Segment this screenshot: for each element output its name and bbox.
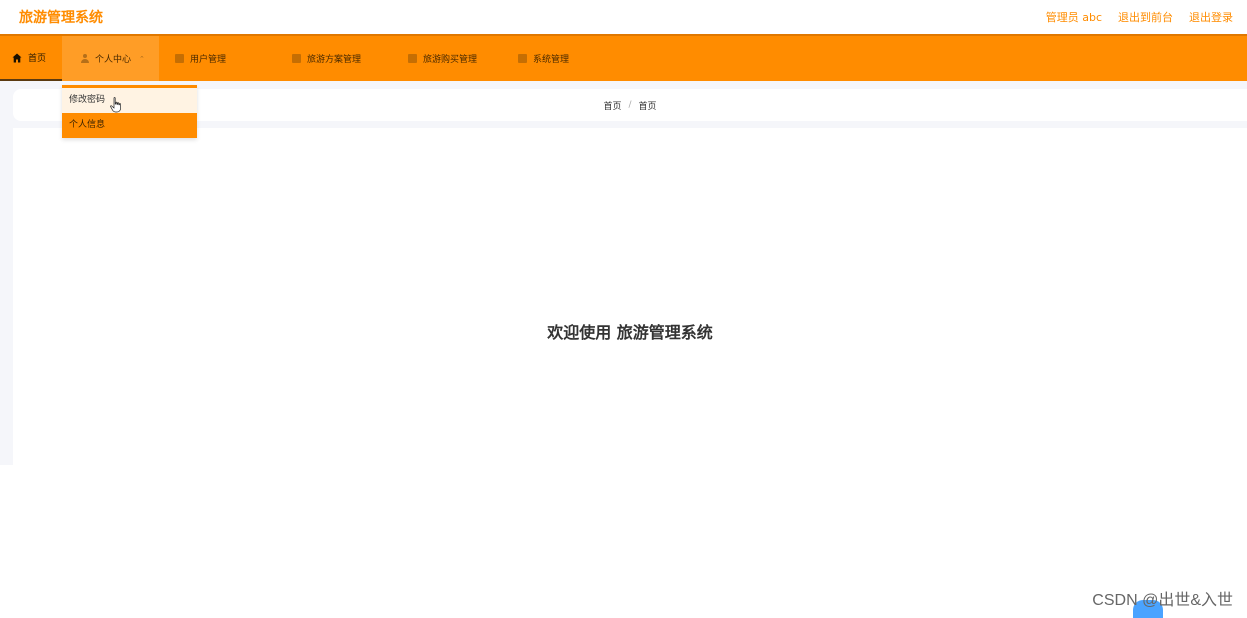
settings-icon <box>518 54 527 63</box>
nav-item-label: 旅游方案管理 <box>307 55 362 65</box>
app-title: 旅游管理系统 <box>19 10 103 26</box>
breadcrumb: 首页 / 首页 <box>13 89 1247 121</box>
dropdown-item-personal-info[interactable]: 个人信息 <box>62 113 197 138</box>
home-icon <box>12 53 22 62</box>
breadcrumb-item[interactable]: 首页 <box>603 99 621 112</box>
personal-center-dropdown: 修改密码 个人信息 <box>62 85 197 138</box>
breadcrumb-item: 首页 <box>638 101 657 112</box>
nav-item-label: 用户管理 <box>190 55 227 65</box>
to-frontend-link[interactable]: 退出到前台 <box>1118 9 1173 25</box>
chevron-down-icon: ⌃ <box>139 54 145 63</box>
users-icon <box>175 54 184 63</box>
hand-cursor-icon <box>110 97 121 113</box>
watermark: CSDN @出世&入世 <box>1092 592 1233 609</box>
nav-item-user-management[interactable]: 用户管理 <box>159 36 276 81</box>
breadcrumb-separator: / <box>628 100 632 110</box>
nav-item-label: 系统管理 <box>533 55 570 65</box>
header-actions: 管理员 abc 退出到前台 退出登录 <box>1046 9 1233 25</box>
nav-item-label: 个人中心 <box>95 55 132 65</box>
admin-label: 管理员 abc <box>1045 11 1102 24</box>
nav-item-personal-center[interactable]: 个人中心 ⌃ <box>62 36 159 81</box>
dropdown-item-change-password[interactable]: 修改密码 <box>62 88 197 113</box>
nav-item-label: 旅游购买管理 <box>423 55 478 65</box>
purchase-icon <box>408 54 417 63</box>
nav-item-travel-purchase[interactable]: 旅游购买管理 <box>392 36 504 81</box>
nav-item-label: 首页 <box>28 54 47 64</box>
main-nav: 首页 个人中心 ⌃ 用户管理 旅游方案管理 旅游购买管理 系统管理 <box>0 34 1247 81</box>
top-header: 旅游管理系统 管理员 abc 退出到前台 退出登录 <box>0 0 1247 34</box>
nav-item-system-management[interactable]: 系统管理 <box>504 36 583 81</box>
main-panel: 欢迎使用 旅游管理系统 <box>13 128 1247 465</box>
user-icon <box>80 54 89 63</box>
plan-icon <box>292 54 301 63</box>
nav-item-home[interactable]: 首页 <box>0 36 62 81</box>
nav-item-travel-plan[interactable]: 旅游方案管理 <box>276 36 392 81</box>
logout-link[interactable]: 退出登录 <box>1189 9 1233 25</box>
welcome-text: 欢迎使用 旅游管理系统 <box>547 322 713 342</box>
